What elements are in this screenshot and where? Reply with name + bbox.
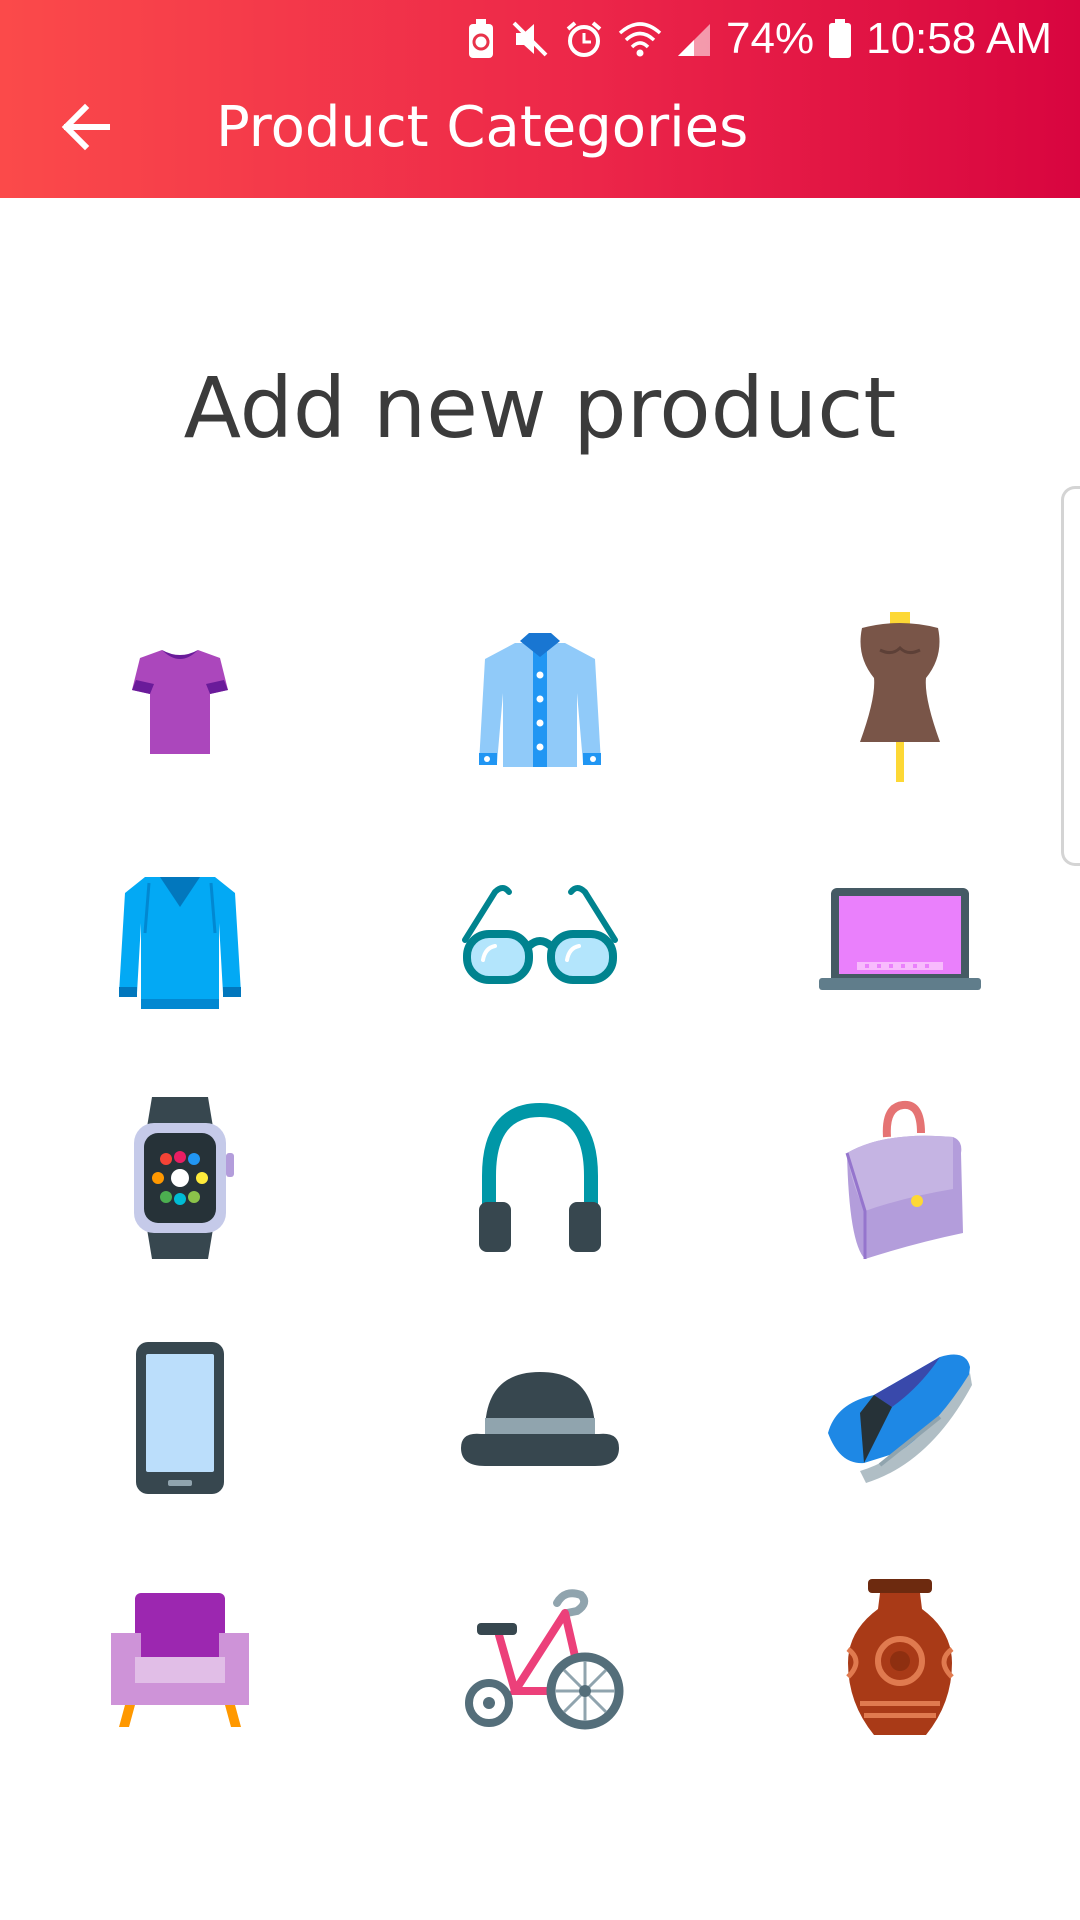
smartphone-icon [130, 1338, 230, 1502]
arrow-left-icon [57, 99, 113, 159]
wifi-icon [618, 19, 662, 59]
category-tile-smartphone[interactable] [80, 1320, 280, 1520]
page-heading: Add new product [183, 359, 897, 457]
tshirt-icon [110, 628, 250, 772]
category-tile-mannequin[interactable] [800, 600, 1000, 800]
battery-percent: 74% [726, 14, 815, 63]
sneaker-icon [820, 1343, 980, 1497]
headphones-icon [465, 1098, 615, 1262]
shirt-icon [465, 623, 615, 777]
category-tile-shirt[interactable] [440, 600, 640, 800]
category-tile-bowler-hat[interactable] [440, 1320, 640, 1520]
handbag-icon [825, 1093, 975, 1267]
edge-panel-handle[interactable] [1061, 486, 1080, 866]
battery-saver-icon [466, 18, 496, 60]
smartwatch-icon [120, 1093, 240, 1267]
app-bar: 74% 10:58 AM Product Categories [0, 0, 1080, 198]
alarm-icon [564, 19, 604, 59]
tricycle-icon [455, 1583, 625, 1737]
status-bar: 74% 10:58 AM [466, 14, 1052, 64]
category-tile-smartwatch[interactable] [80, 1080, 280, 1280]
category-tile-tricycle[interactable] [440, 1560, 640, 1760]
toolbar: Product Categories [0, 70, 1080, 198]
armchair-icon [105, 1583, 255, 1737]
toolbar-title: Product Categories [216, 95, 749, 160]
category-tile-laptop[interactable] [800, 840, 1000, 1040]
mute-icon [510, 19, 550, 59]
category-tile-glasses[interactable] [440, 840, 640, 1040]
sweater-icon [105, 863, 255, 1017]
category-tile-sweater[interactable] [80, 840, 280, 1040]
back-button[interactable] [40, 84, 130, 174]
battery-icon [828, 19, 852, 59]
signal-icon [676, 20, 712, 58]
bowler-hat-icon [455, 1358, 625, 1482]
category-tile-headphones[interactable] [440, 1080, 640, 1280]
vase-icon [840, 1573, 960, 1747]
category-tile-armchair[interactable] [80, 1560, 280, 1760]
category-tile-handbag[interactable] [800, 1080, 1000, 1280]
glasses-icon [455, 878, 625, 1002]
category-tile-vase[interactable] [800, 1560, 1000, 1760]
category-tile-sneaker[interactable] [800, 1320, 1000, 1520]
status-time: 10:58 AM [866, 14, 1052, 63]
category-tile-tshirt[interactable] [80, 600, 280, 800]
laptop-icon [815, 878, 985, 1002]
mannequin-icon [840, 608, 960, 792]
